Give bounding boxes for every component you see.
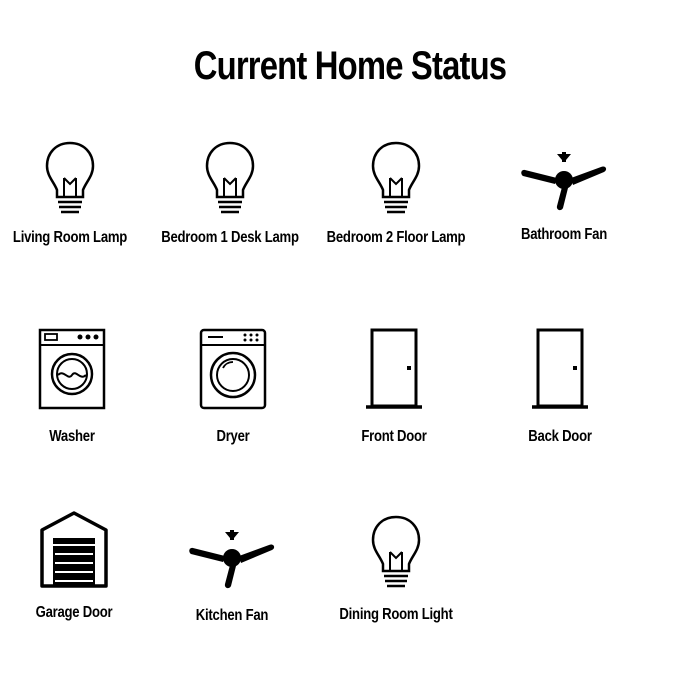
device-living-room-lamp[interactable]: Living Room Lamp	[0, 140, 160, 247]
device-front-door[interactable]: Front Door	[304, 328, 484, 446]
device-garage-door[interactable]: Garage Door	[0, 510, 164, 622]
device-label: Kitchen Fan	[195, 607, 269, 624]
device-label: Back Door	[528, 428, 592, 445]
light-bulb-icon	[45, 141, 95, 214]
device-label: Dryer	[216, 428, 250, 445]
washing-machine-icon	[38, 328, 106, 410]
light-bulb-icon	[371, 515, 421, 588]
device-label: Bedroom 1 Desk Lamp	[161, 229, 299, 246]
device-kitchen-fan[interactable]: Kitchen Fan	[142, 528, 322, 625]
device-washer[interactable]: Washer	[0, 328, 162, 446]
device-bedroom-2-floor-lamp[interactable]: Bedroom 2 Floor Lamp	[306, 140, 486, 247]
device-dryer[interactable]: Dryer	[143, 328, 323, 446]
device-label: Front Door	[361, 428, 427, 445]
device-label: Garage Door	[35, 604, 113, 621]
device-label: Washer	[49, 428, 95, 445]
dryer-icon	[199, 328, 267, 410]
device-back-door[interactable]: Back Door	[470, 328, 650, 446]
garage-icon	[40, 511, 108, 588]
device-dining-room-light[interactable]: Dining Room Light	[306, 514, 486, 624]
ceiling-fan-icon	[521, 152, 607, 211]
light-bulb-icon	[371, 141, 421, 214]
light-bulb-icon	[205, 141, 255, 214]
device-label: Bathroom Fan	[521, 226, 607, 243]
device-label: Living Room Lamp	[12, 229, 128, 246]
door-icon	[366, 328, 422, 409]
ceiling-fan-icon	[189, 530, 275, 589]
device-bedroom-1-desk-lamp[interactable]: Bedroom 1 Desk Lamp	[140, 140, 320, 247]
door-icon	[532, 328, 588, 409]
device-label: Bedroom 2 Floor Lamp	[326, 229, 466, 246]
page-title: Current Home Status	[193, 44, 507, 88]
device-label: Dining Room Light	[339, 606, 453, 623]
device-bathroom-fan[interactable]: Bathroom Fan	[474, 150, 654, 244]
